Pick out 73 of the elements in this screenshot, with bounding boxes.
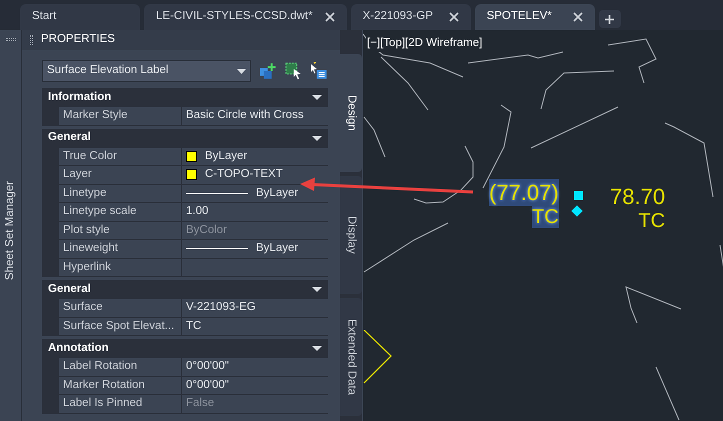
new-tab-button[interactable] <box>598 10 621 28</box>
caret-icon <box>237 68 246 74</box>
property-value: C-TOPO-TEXT <box>205 167 283 182</box>
close-icon[interactable] <box>324 12 335 22</box>
property-value: Basic Circle with Cross <box>185 108 305 124</box>
document-tab[interactable]: SPOTELEV* <box>474 4 595 30</box>
property-label: Plot style <box>63 222 110 238</box>
property-value-cell[interactable]: C-TOPO-TEXT <box>182 166 328 184</box>
property-value: 0°00'00" <box>185 378 230 393</box>
elevation-label: 78.70 <box>610 183 666 210</box>
property-value-cell[interactable]: ByLayer <box>182 148 328 166</box>
line-sample <box>186 192 248 194</box>
property-value: ByLayer <box>205 148 248 164</box>
property-label: Marker Rotation <box>63 378 145 393</box>
plus-icon <box>605 14 614 24</box>
section-header[interactable]: General <box>42 128 328 148</box>
document-tab[interactable]: LE-CIVIL-STYLES-CCSD.dwt* <box>144 4 347 30</box>
property-label: True Color <box>63 148 117 164</box>
cursor-list-icon[interactable] <box>310 62 328 80</box>
close-icon[interactable] <box>572 12 583 22</box>
property-value: V-221093-EG <box>185 300 257 316</box>
property-label: Label Is Pinned <box>63 396 142 412</box>
line-sample <box>186 248 248 250</box>
viewport-controls[interactable]: [−][Top][2D Wireframe] <box>366 35 484 52</box>
side-tab[interactable]: Display <box>340 176 362 294</box>
section-header[interactable]: Annotation <box>42 339 328 358</box>
collapse-caret-icon <box>312 136 322 140</box>
property-value-cell[interactable]: V-221093-EG <box>182 299 328 318</box>
property-label: Label Rotation <box>63 359 138 374</box>
code-label: TC <box>638 210 666 232</box>
collapse-caret-icon <box>312 95 322 100</box>
property-value-cell[interactable]: TC <box>182 318 328 336</box>
grip-icon[interactable] <box>30 35 33 45</box>
side-tab[interactable]: Extended Data <box>340 298 362 416</box>
code-label: TC <box>532 206 559 228</box>
palette-title: PROPERTIES <box>41 32 115 48</box>
property-value-cell[interactable] <box>182 258 328 277</box>
property-value-cell[interactable]: 0°00'00" <box>182 376 328 395</box>
property-value: ByLayer <box>256 186 298 201</box>
property-label: Hyperlink <box>63 260 111 275</box>
property-value: 0°00'00" <box>185 359 230 374</box>
property-label: Surface Spot Elevat... <box>63 318 174 334</box>
property-label: Linetype <box>63 186 106 201</box>
side-tab[interactable]: Design <box>340 54 362 172</box>
property-value: ByColor <box>185 222 228 238</box>
elevation-label: (77.07) <box>489 179 559 206</box>
close-icon[interactable] <box>448 12 459 22</box>
property-value: False <box>185 396 216 412</box>
property-label: Surface <box>63 300 103 316</box>
property-label: Lineweight <box>63 241 118 256</box>
property-value-cell[interactable]: ByLayer <box>182 240 328 258</box>
property-value: 1.00 <box>185 204 210 220</box>
property-value: TC <box>185 318 202 334</box>
grip-square-icon[interactable] <box>574 191 583 200</box>
property-label: Layer <box>63 167 92 182</box>
collapse-caret-icon <box>312 287 322 292</box>
grip-icon[interactable] <box>6 38 16 41</box>
squares-plus-icon[interactable] <box>259 62 277 80</box>
property-value-cell[interactable]: ByLayer <box>182 184 328 203</box>
property-value-cell[interactable]: 0°00'00" <box>182 358 328 376</box>
property-value-cell[interactable]: 1.00 <box>182 203 328 222</box>
property-label: Marker Style <box>63 108 128 124</box>
section-header[interactable]: Information <box>42 88 328 107</box>
document-tab[interactable]: X-221093-GP <box>350 4 471 30</box>
property-label: Linetype scale <box>63 204 137 220</box>
collapse-caret-icon <box>312 346 322 351</box>
property-value: ByLayer <box>256 241 298 256</box>
document-tab[interactable]: Start <box>20 4 140 30</box>
dashed-square-cursor-icon[interactable] <box>284 62 302 80</box>
object-type-dropdown[interactable]: Surface Elevation Label <box>42 60 252 82</box>
property-value-cell[interactable]: Basic Circle with Cross <box>182 107 328 126</box>
chevron-line <box>363 330 393 384</box>
section-header[interactable]: General <box>42 280 328 299</box>
